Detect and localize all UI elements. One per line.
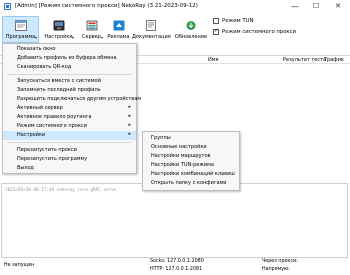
status-via-proxy: Через прокси: — [262, 259, 298, 264]
chevron-right-icon: ▸ — [128, 131, 131, 137]
submenu-tun-settings[interactable]: Настройки TUN-режима — [143, 161, 239, 170]
update-button[interactable]: Обновление — [173, 16, 209, 43]
ad-button-label: Реклама — [107, 34, 130, 40]
program-button[interactable]: Программа ▾ — [2, 16, 39, 43]
ad-icon — [113, 20, 124, 31]
toolbar: Программа ▾ Настройки ▾ Сервер ▾ Реклама — [0, 14, 350, 44]
menu-restart-program[interactable]: Перезапустить программу — [3, 155, 136, 164]
log-line: 2023/09/20 08:17:49 sekoray_core gRPC se… — [5, 188, 117, 193]
system-proxy-box[interactable] — [213, 28, 219, 35]
submenu-groups[interactable]: Группы — [143, 134, 239, 143]
server-button[interactable]: Сервер ▾ — [78, 16, 105, 43]
status-direct: Напрямую: — [262, 267, 290, 272]
column-name[interactable]: Имя — [208, 57, 219, 63]
app-icon — [4, 3, 11, 10]
menu-settings[interactable]: Настройки ▸ — [3, 131, 136, 140]
status-bar: Не запущен Socks: 127.0.0.1:2080 HTTP: 1… — [0, 258, 350, 275]
system-proxy-checkbox[interactable]: Режим системного прокси — [213, 28, 323, 37]
status-http: HTTP: 127.0.0.1:2081 — [150, 267, 203, 272]
submenu-open-config-folder[interactable]: Открыть папку с конфигами — [143, 179, 239, 188]
docs-button[interactable]: Документация — [131, 16, 171, 43]
tun-mode-box[interactable] — [213, 18, 219, 24]
close-button[interactable]: ✕ — [327, 0, 349, 14]
chevron-right-icon: ▸ — [128, 104, 131, 110]
column-traffic[interactable]: Трафик — [324, 57, 344, 63]
menu-add-from-clipboard[interactable]: Добавить профиль из буфера обмена — [3, 54, 136, 63]
status-socks: Socks: 127.0.0.1:2080 — [150, 259, 204, 264]
menu-active-server[interactable]: Активный сервер ▸ — [3, 104, 136, 113]
chevron-down-icon: ▾ — [71, 35, 74, 40]
menu-separator — [7, 142, 132, 143]
column-test-result[interactable]: Результат теста — [283, 57, 326, 63]
settings-submenu: Группы Основные настройки Настройки марш… — [142, 131, 240, 191]
log-panel[interactable]: 2023/09/20 08:17:49 sekoray_core gRPC se… — [1, 183, 348, 258]
menu-remember-last-profile[interactable]: Запомнить последний профиль — [3, 86, 136, 95]
ad-button[interactable]: Реклама — [106, 16, 131, 43]
status-state: Не запущен — [4, 263, 35, 268]
menu-exit[interactable]: Выход — [3, 164, 136, 173]
menu-separator — [7, 74, 132, 75]
settings-icon — [53, 20, 64, 31]
program-button-label: Программа — [5, 34, 36, 40]
submenu-hotkey-settings[interactable]: Настройки комбинаций клавиш — [143, 170, 239, 179]
menu-autostart[interactable]: Запускаться вместе с системой — [3, 77, 136, 86]
update-button-label: Обновление — [174, 34, 208, 40]
update-icon — [186, 21, 196, 30]
maximize-button[interactable]: ☐ — [305, 0, 327, 14]
menu-system-proxy-mode[interactable]: Режим системного прокси ▸ — [3, 122, 136, 131]
chevron-down-icon: ▾ — [100, 35, 103, 40]
menu-restart-proxy[interactable]: Перезапустить прокси — [3, 146, 136, 155]
settings-button-label: Настройки — [44, 34, 73, 40]
chevron-down-icon: ▾ — [34, 35, 37, 40]
chevron-right-icon: ▸ — [128, 113, 131, 119]
menu-scan-qr[interactable]: Сканировать QR-код — [3, 63, 136, 72]
title-bar: [Admin] [Режим системного прокси] NekoRa… — [0, 0, 350, 14]
tun-mode-label: Режим TUN — [222, 18, 254, 24]
server-icon — [86, 20, 97, 31]
submenu-basic-settings[interactable]: Основные настройки — [143, 143, 239, 152]
docs-icon — [146, 20, 156, 31]
docs-button-label: Документация — [132, 34, 171, 40]
window-title: [Admin] [Режим системного прокси] NekoRa… — [15, 3, 198, 9]
minimize-button[interactable]: — — [284, 0, 306, 14]
system-proxy-label: Режим системного прокси — [222, 29, 296, 35]
settings-button[interactable]: Настройки ▾ — [41, 16, 76, 43]
submenu-routing-settings[interactable]: Настройки маршрутов — [143, 152, 239, 161]
program-icon — [14, 20, 27, 31]
program-menu: Показать окно Добавить профиль из буфера… — [2, 43, 141, 174]
chevron-right-icon: ▸ — [128, 122, 131, 128]
menu-allow-other-devices[interactable]: Разрешить подключаться другим устройства… — [3, 95, 141, 104]
tun-mode-checkbox[interactable]: Режим TUN — [213, 18, 323, 26]
menu-active-routing[interactable]: Активное правило роутинга ▸ — [3, 113, 136, 122]
menu-show-window[interactable]: Показать окно — [3, 45, 136, 54]
